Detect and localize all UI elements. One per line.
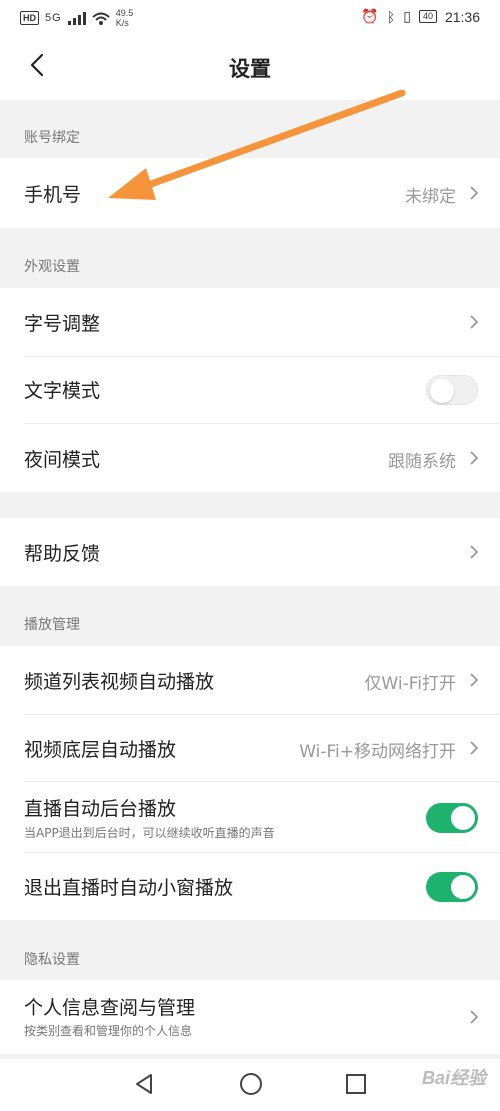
row-text-mode: 文字模式 [0, 357, 500, 423]
row-live-background-sub: 当APP退出到后台时，可以继续收听直播的声音 [24, 826, 275, 840]
row-channel-autoplay-label: 频道列表视频自动播放 [24, 671, 215, 693]
toggle-knob [451, 875, 475, 899]
row-help[interactable]: 帮助反馈 [0, 518, 500, 586]
row-phone[interactable]: 手机号 未绑定 [0, 158, 500, 228]
nav-bar: 设置 [0, 34, 500, 100]
chevron-right-icon [470, 741, 479, 755]
network-speed: 49.5 K/s [116, 8, 134, 28]
row-video-autoplay-value: Wi-Fi+移动网络打开 [299, 742, 456, 762]
row-live-background-label: 直播自动后台播放 [24, 798, 177, 820]
hd-badge: HD [20, 11, 39, 25]
watermark: Bai经验 [421, 1068, 486, 1088]
section-header-playback: 播放管理 [24, 617, 80, 633]
section-header-account: 账号绑定 [24, 130, 80, 146]
chevron-right-icon [470, 1010, 479, 1024]
row-font-size[interactable]: 字号调整 [0, 288, 500, 356]
chevron-right-icon [470, 451, 479, 465]
live-mini-toggle[interactable] [426, 872, 478, 902]
battery-icon: 40 [418, 10, 437, 23]
wifi-icon [92, 12, 110, 25]
row-text-mode-label: 文字模式 [24, 380, 101, 402]
speed-value: 49.5 [115, 8, 134, 18]
playback-group: 频道列表视频自动播放 仅Wi-Fi打开 视频底层自动播放 Wi-Fi+移动网络打… [0, 646, 500, 920]
row-personal-info-sub: 按类别查看和管理你的个人信息 [24, 1024, 193, 1038]
nav-recents-icon[interactable] [345, 1073, 367, 1095]
row-video-autoplay[interactable]: 视频底层自动播放 Wi-Fi+移动网络打开 [0, 715, 500, 781]
network-label: 5G [45, 12, 62, 24]
row-channel-autoplay-value: 仅Wi-Fi打开 [364, 674, 456, 694]
row-video-autoplay-label: 视频底层自动播放 [24, 739, 177, 761]
chevron-right-icon [470, 315, 479, 329]
chevron-right-icon [470, 673, 479, 687]
toggle-knob [451, 806, 475, 830]
speed-unit: K/s [115, 18, 129, 28]
row-font-size-label: 字号调整 [24, 313, 101, 335]
toggle-knob [430, 379, 454, 403]
clock: 21:36 [444, 8, 480, 25]
row-live-background: 直播自动后台播放 当APP退出到后台时，可以继续收听直播的声音 [0, 782, 500, 852]
row-phone-value: 未绑定 [405, 187, 456, 207]
signal-icon [67, 11, 86, 25]
nav-home-icon[interactable] [239, 1072, 263, 1096]
row-phone-label: 手机号 [24, 184, 82, 206]
row-night-mode-value: 跟随系统 [388, 452, 456, 472]
bluetooth-icon: ᛒ [386, 8, 396, 25]
row-live-mini-label: 退出直播时自动小窗播放 [24, 877, 234, 899]
row-live-mini: 退出直播时自动小窗播放 [0, 853, 500, 920]
row-night-mode-label: 夜间模式 [24, 449, 101, 471]
section-header-appearance: 外观设置 [24, 259, 80, 275]
row-night-mode[interactable]: 夜间模式 跟随系统 [0, 424, 500, 492]
section-header-privacy: 隐私设置 [24, 952, 80, 968]
alarm-icon: ⏰ [361, 8, 379, 24]
live-background-toggle[interactable] [426, 803, 478, 833]
nav-back-icon[interactable] [133, 1073, 155, 1095]
chevron-right-icon [470, 545, 479, 559]
page-title: 设置 [229, 57, 271, 81]
row-help-label: 帮助反馈 [24, 543, 101, 565]
appearance-group: 字号调整 文字模式 夜间模式 跟随系统 [0, 288, 500, 492]
chevron-right-icon [470, 186, 479, 200]
row-personal-info[interactable]: 个人信息查阅与管理 按类别查看和管理你的个人信息 [0, 980, 500, 1054]
status-bar: HD 5G 49.5 K/s ⏰ ᛒ ▯ 40 21:36 [0, 0, 500, 34]
text-mode-toggle[interactable] [426, 375, 478, 405]
vibrate-icon: ▯ [403, 8, 411, 24]
row-channel-autoplay[interactable]: 频道列表视频自动播放 仅Wi-Fi打开 [0, 646, 500, 714]
row-personal-info-label: 个人信息查阅与管理 [24, 997, 196, 1019]
